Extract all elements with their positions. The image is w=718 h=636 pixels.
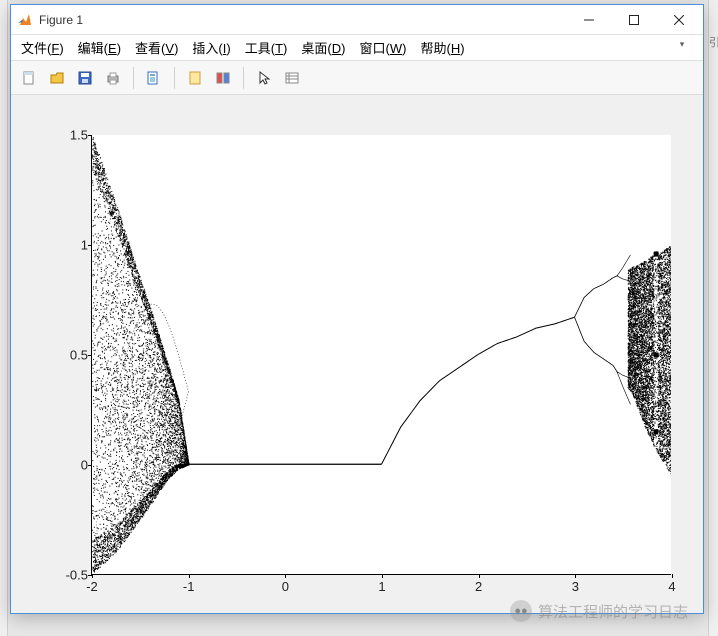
print-preview-button[interactable] [142, 66, 166, 90]
x-tick-label: -1 [183, 579, 195, 594]
axes[interactable]: -0.500.511.5-2-101234 [91, 135, 671, 575]
save-button[interactable] [73, 66, 97, 90]
data-cursor-button[interactable] [280, 66, 304, 90]
window-controls [566, 6, 701, 34]
open-file-button[interactable] [45, 66, 69, 90]
background-strip-right: 引 [708, 0, 718, 636]
x-tick-label: -2 [86, 579, 98, 594]
minimize-button[interactable] [566, 6, 611, 34]
menu-file[interactable]: 文件(F) [21, 38, 64, 57]
close-button[interactable] [656, 6, 701, 34]
toolbar [11, 61, 703, 95]
x-tick-label: 3 [572, 579, 579, 594]
menu-window[interactable]: 窗口(W) [359, 38, 406, 57]
bifurcation-plot [92, 135, 671, 574]
y-tick-label: 1 [48, 238, 88, 253]
window-title: Figure 1 [39, 13, 566, 27]
x-tick-label: 1 [378, 579, 385, 594]
watermark: ●● 算法工程师的学习日志 [510, 600, 688, 622]
menu-desktop[interactable]: 桌面(D) [301, 38, 345, 57]
matlab-icon [17, 12, 33, 28]
titlebar: Figure 1 [11, 5, 703, 35]
figure-window: Figure 1 ▾ 文件(F) 编辑(E) 查看(V) 插入(I) 工具(T)… [10, 4, 704, 614]
x-tick-label: 0 [282, 579, 289, 594]
pointer-button[interactable] [252, 66, 276, 90]
titlebar-dropdown-icon[interactable]: ▾ [675, 37, 689, 51]
menu-tools[interactable]: 工具(T) [245, 38, 288, 57]
maximize-button[interactable] [611, 6, 656, 34]
wechat-icon: ●● [510, 600, 532, 622]
zoom-object-button[interactable] [183, 66, 207, 90]
toolbar-separator [243, 67, 244, 89]
colorbar-button[interactable] [211, 66, 235, 90]
print-button[interactable] [101, 66, 125, 90]
y-tick-label: -0.5 [48, 568, 88, 583]
watermark-text: 算法工程师的学习日志 [538, 601, 688, 622]
toolbar-separator [133, 67, 134, 89]
menu-help[interactable]: 帮助(H) [420, 38, 464, 57]
menu-edit[interactable]: 编辑(E) [78, 38, 121, 57]
x-tick-label: 2 [475, 579, 482, 594]
toolbar-separator [174, 67, 175, 89]
menu-view[interactable]: 查看(V) [135, 38, 178, 57]
new-file-button[interactable] [17, 66, 41, 90]
plot-area[interactable]: -0.5 0 0.5 1 1.5 -2 -1 0 1 2 3 4 [11, 95, 703, 613]
y-tick-label: 0 [48, 458, 88, 473]
menubar: 文件(F) 编辑(E) 查看(V) 插入(I) 工具(T) 桌面(D) 窗口(W… [11, 35, 703, 61]
y-tick-label: 1.5 [48, 128, 88, 143]
x-tick-label: 4 [668, 579, 675, 594]
y-tick-label: 0.5 [48, 348, 88, 363]
menu-insert[interactable]: 插入(I) [192, 38, 230, 57]
background-strip-left [0, 0, 8, 636]
